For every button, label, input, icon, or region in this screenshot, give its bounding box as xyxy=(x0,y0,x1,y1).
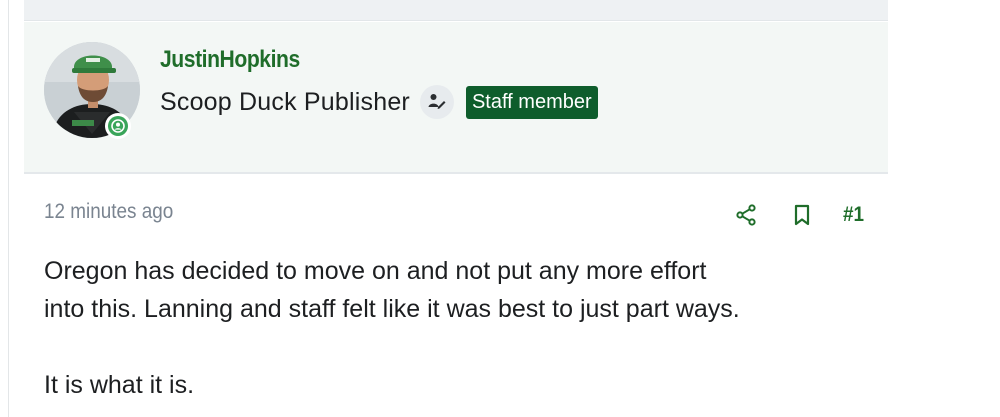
post-message-body: Oregon has decided to move on and not pu… xyxy=(44,252,884,404)
forum-post-page: JustinHopkins Scoop Duck Publisher Staff… xyxy=(0,0,1000,417)
post-text-line: Oregon has decided to move on and not pu… xyxy=(44,257,707,285)
post-author-block: JustinHopkins Scoop Duck Publisher Staff… xyxy=(24,22,888,174)
post-text-line: It is what it is. xyxy=(44,371,195,399)
publisher-pen-icon[interactable] xyxy=(419,85,454,119)
share-icon[interactable] xyxy=(734,203,758,232)
online-user-icon xyxy=(111,119,125,133)
author-username[interactable]: JustinHopkins xyxy=(160,46,300,74)
previous-section-strip xyxy=(24,0,888,21)
page-left-border xyxy=(8,0,9,417)
bookmark-icon[interactable] xyxy=(792,203,812,232)
author-title-row: Scoop Duck Publisher Staff member xyxy=(160,84,598,120)
online-status-indicator xyxy=(105,113,131,139)
staff-member-badge: Staff member xyxy=(465,85,598,119)
post-timestamp[interactable]: 12 minutes ago xyxy=(44,200,173,224)
post-text-line: into this. Lanning and staff felt like i… xyxy=(44,295,740,323)
author-user-title: Scoop Duck Publisher xyxy=(160,87,410,116)
post-permalink-number[interactable]: #1 xyxy=(843,203,864,227)
post-actions: #1 xyxy=(730,200,870,230)
